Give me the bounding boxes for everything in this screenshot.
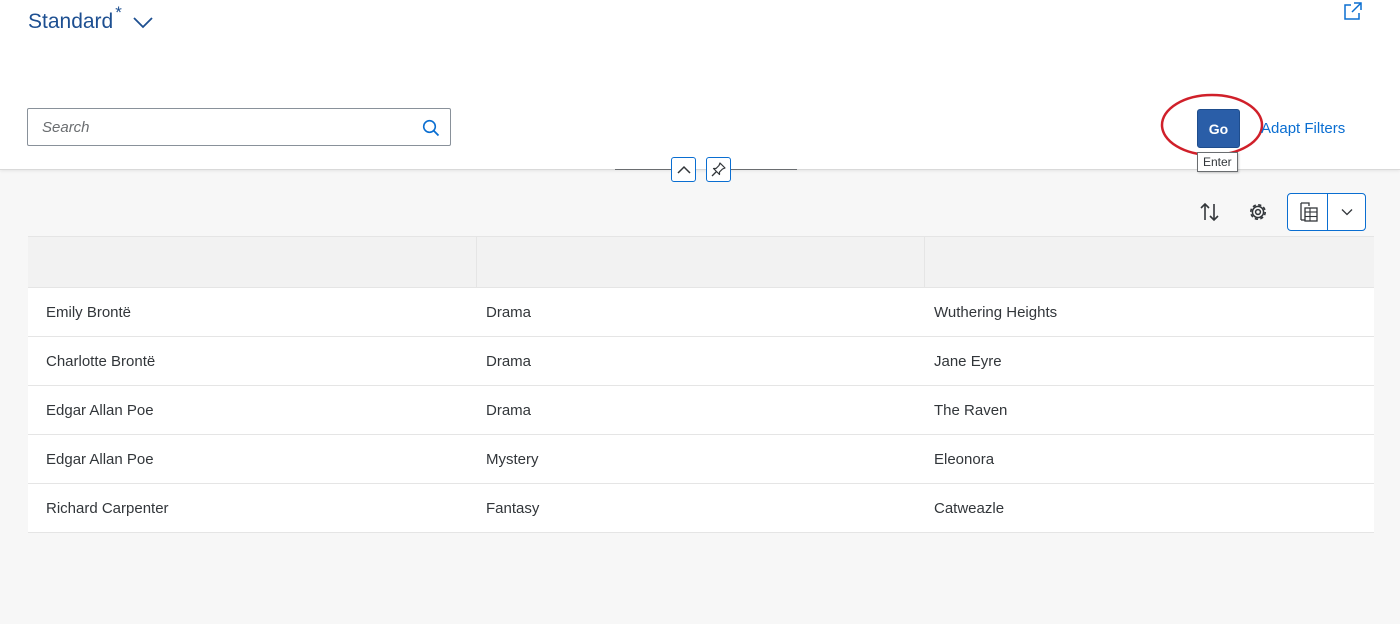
title-cell: Catweazle <box>934 499 1005 517</box>
title-cell: Jane Eyre <box>934 352 1002 370</box>
export-button-group <box>1287 193 1366 231</box>
filter-bar-header: Standard * Go Enter Adapt Filters <box>0 0 1400 172</box>
pin-header-button[interactable] <box>706 157 731 182</box>
variant-selector[interactable]: Standard * <box>28 3 154 36</box>
column-header[interactable] <box>477 237 925 287</box>
genre-cell: Drama <box>486 352 532 370</box>
search-field[interactable] <box>27 108 451 146</box>
share-icon[interactable] <box>1342 0 1364 22</box>
collapse-header-button[interactable] <box>671 157 696 182</box>
table-row[interactable]: Emily Brontë Drama Wuthering Heights <box>28 288 1374 337</box>
table-row[interactable]: Richard Carpenter Fantasy Catweazle <box>28 484 1374 533</box>
author-cell: Charlotte Brontë <box>46 352 156 370</box>
go-button-tooltip: Enter <box>1197 152 1238 172</box>
column-header[interactable] <box>28 237 477 287</box>
table-row[interactable]: Edgar Allan Poe Mystery Eleonora <box>28 435 1374 484</box>
column-header[interactable] <box>925 237 1374 287</box>
genre-cell: Fantasy <box>486 499 540 517</box>
gear-icon[interactable] <box>1246 200 1270 224</box>
variant-title: Standard <box>28 10 114 33</box>
genre-cell: Mystery <box>486 450 539 468</box>
export-menu-button[interactable] <box>1328 194 1365 230</box>
author-cell: Edgar Allan Poe <box>46 450 154 468</box>
header-divider-right <box>731 169 797 170</box>
title-cell: Eleonora <box>934 450 995 468</box>
table-row[interactable]: Charlotte Brontë Drama Jane Eyre <box>28 337 1374 386</box>
header-divider-left <box>615 169 671 170</box>
author-cell: Richard Carpenter <box>46 499 169 517</box>
export-button[interactable] <box>1288 194 1327 230</box>
genre-cell: Drama <box>486 303 532 321</box>
table-header-row <box>28 236 1374 288</box>
search-input[interactable] <box>28 109 408 145</box>
chevron-up-icon <box>676 165 691 174</box>
pin-icon <box>711 162 726 177</box>
title-cell: The Raven <box>934 401 1008 419</box>
chevron-down-icon <box>1341 209 1352 216</box>
variant-modified-marker: * <box>115 3 122 22</box>
go-button[interactable]: Go <box>1197 109 1240 148</box>
sort-icon[interactable] <box>1198 200 1222 224</box>
spreadsheet-export-icon <box>1299 202 1318 222</box>
search-icon[interactable] <box>422 119 440 137</box>
chevron-down-icon[interactable] <box>132 14 154 30</box>
author-cell: Emily Brontë <box>46 303 132 321</box>
table-row[interactable]: Edgar Allan Poe Drama The Raven <box>28 386 1374 435</box>
title-cell: Wuthering Heights <box>934 303 1058 321</box>
adapt-filters-link[interactable]: Adapt Filters <box>1261 119 1345 139</box>
results-table: Emily Brontë Drama Wuthering Heights Cha… <box>28 236 1374 533</box>
genre-cell: Drama <box>486 401 532 419</box>
author-cell: Edgar Allan Poe <box>46 401 154 419</box>
